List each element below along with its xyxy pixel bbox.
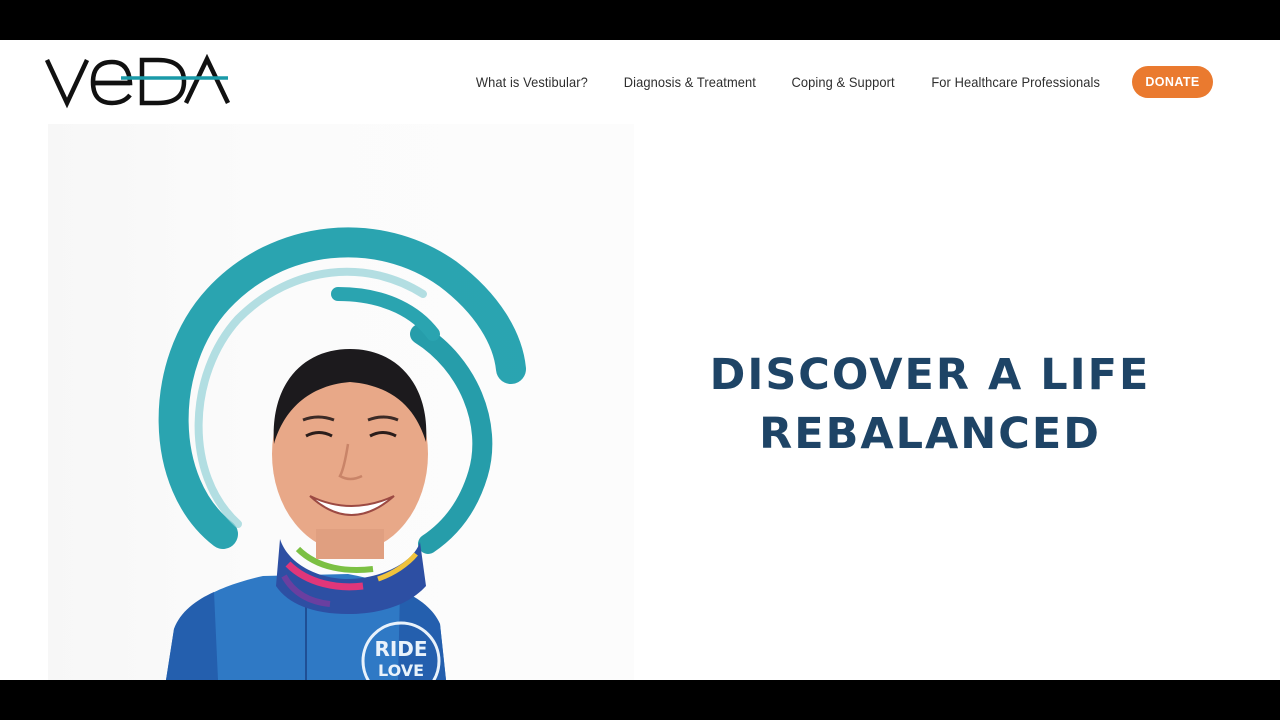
hero-heading-line2: REBALANCED: [759, 409, 1101, 459]
hero-illustration: RIDE LOVE: [158, 227, 526, 680]
page-viewport: What is Vestibular? Diagnosis & Treatmen…: [0, 40, 1280, 680]
nav-what-is-vestibular[interactable]: What is Vestibular?: [476, 74, 588, 90]
letterbox-top: [0, 0, 1280, 40]
hero-heading-line1: DISCOVER A LIFE: [709, 350, 1151, 400]
site-header: What is Vestibular? Diagnosis & Treatmen…: [0, 40, 1280, 124]
nav-diagnosis-treatment[interactable]: Diagnosis & Treatment: [624, 74, 756, 90]
nav-coping-support[interactable]: Coping & Support: [791, 74, 894, 90]
hero-photo: RIDE LOVE: [48, 124, 634, 680]
hero-heading: DISCOVER A LIFE REBALANCED: [690, 346, 1170, 464]
shirt-text-love: LOVE: [378, 661, 424, 680]
shirt-text-ride: RIDE: [374, 637, 427, 661]
nav-healthcare-professionals[interactable]: For Healthcare Professionals: [931, 74, 1100, 90]
veda-logo[interactable]: [44, 53, 231, 110]
person-head: [272, 349, 428, 559]
veda-logo-mark: [44, 53, 231, 109]
donate-button[interactable]: DONATE: [1132, 66, 1213, 98]
main-nav: What is Vestibular? Diagnosis & Treatmen…: [471, 66, 1213, 98]
letterbox-bottom: [0, 680, 1280, 720]
